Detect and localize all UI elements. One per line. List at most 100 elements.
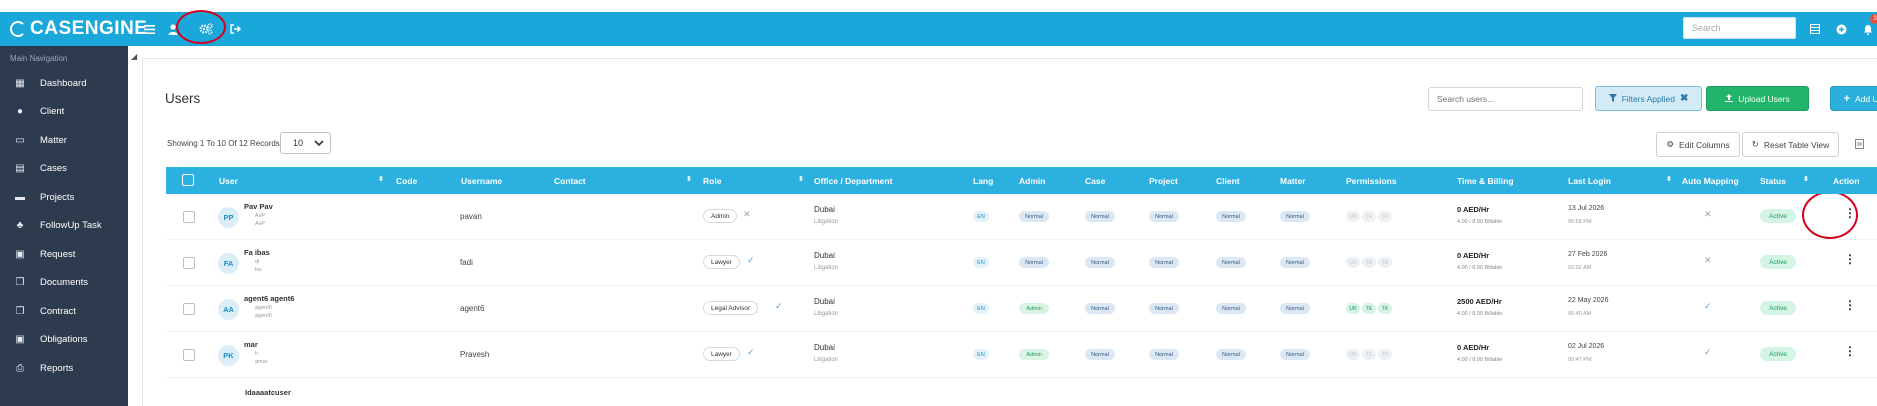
column-header-project[interactable]: Project	[1149, 176, 1178, 186]
upload-users-button[interactable]: Upload Users	[1706, 86, 1809, 111]
row-checkbox[interactable]	[183, 349, 195, 361]
sort-icon[interactable]: ⬍	[1803, 175, 1809, 183]
contract-icon: ❐	[15, 305, 25, 317]
row-checkbox[interactable]	[183, 257, 195, 269]
auto-mapping-icon: ✓	[1704, 347, 1712, 357]
add-user-button[interactable]: + Add User	[1830, 86, 1877, 111]
sidebar-item-reports[interactable]: ⎙ Reports	[0, 354, 128, 383]
column-header-contact[interactable]: Contact	[554, 176, 586, 186]
last-login-time: 02:02 AM	[1568, 265, 1592, 271]
sidebar-item-projects[interactable]: ▬ Projects	[0, 183, 128, 212]
sort-icon[interactable]: ⬍	[378, 175, 384, 183]
column-header-lang[interactable]: Lang	[973, 176, 993, 186]
brand-logo[interactable]: CASENGINE	[10, 18, 147, 40]
user-subtext: h	[255, 351, 259, 357]
user-name[interactable]: Pav Pav	[244, 202, 273, 211]
table-row[interactable]: FA Fa ibas di ba fadi Lawyer ✓ Dubai Litigation E…	[166, 240, 1877, 286]
sort-icon[interactable]: ⬍	[798, 175, 804, 183]
user-name[interactable]: mar	[244, 340, 258, 349]
sidebar-item-contract[interactable]: ❐ Contract	[0, 297, 128, 326]
user-name[interactable]: Fa ibas	[244, 248, 270, 257]
column-header-matter[interactable]: Matter	[1280, 176, 1306, 186]
column-header-last-login[interactable]: Last Login	[1568, 176, 1611, 186]
row-actions-kebab-icon[interactable]: ⋮	[1844, 344, 1856, 358]
permission-badge: TE	[1362, 303, 1376, 314]
plus-circle-icon[interactable]	[1832, 21, 1850, 37]
column-header-client[interactable]: Client	[1216, 176, 1240, 186]
table-row[interactable]: PP Pav Pav AvP AvP pavan Admin ✕ Dubai Litigatio…	[166, 194, 1877, 240]
client-access-badge: Normal	[1216, 349, 1246, 360]
settings-cogs-icon[interactable]	[197, 21, 215, 37]
export-icon[interactable]	[1855, 139, 1864, 152]
reset-table-view-button[interactable]: ↻ Reset Table View	[1742, 132, 1839, 157]
sidebar-item-dashboard[interactable]: ▦ Dashboard	[0, 69, 128, 98]
chevron-down-icon	[314, 138, 324, 148]
grid-icon[interactable]	[1806, 21, 1824, 37]
sidebar-item-cases[interactable]: ▤ Cases	[0, 155, 128, 184]
search-users-input[interactable]	[1428, 87, 1583, 111]
column-header-status[interactable]: Status	[1760, 176, 1786, 186]
row-actions-kebab-icon[interactable]: ⋮	[1844, 298, 1856, 312]
sidebar-collapse-handle[interactable]: ◢	[131, 52, 137, 62]
column-header-role[interactable]: Role	[703, 176, 721, 186]
filters-applied-button[interactable]: Filters Applied ✖	[1595, 86, 1702, 111]
user-subtext: ba	[255, 267, 262, 273]
grid-icon: ▦	[15, 77, 25, 89]
matter-access-badge: Normal	[1280, 349, 1310, 360]
sort-icon[interactable]: ⬍	[1666, 175, 1672, 183]
username-cell: agent6	[460, 304, 485, 313]
sidebar-item-documents[interactable]: ❐ Documents	[0, 269, 128, 298]
hourly-rate: 0 AED/Hr	[1457, 251, 1490, 260]
partial-row-user-name: Idaaaatcuser	[245, 388, 291, 397]
row-actions-kebab-icon[interactable]: ⋮	[1844, 206, 1856, 220]
menu-icon[interactable]	[140, 21, 158, 37]
user-subtext: agent6	[255, 305, 272, 311]
print-icon: ⎙	[16, 362, 24, 374]
permission-badge: UR	[1346, 257, 1360, 268]
admin-access-badge: Normal	[1019, 211, 1049, 222]
column-header-action[interactable]: Action	[1833, 176, 1859, 186]
select-all-checkbox[interactable]	[182, 174, 194, 186]
column-header-admin[interactable]: Admin	[1019, 176, 1045, 186]
sidebar-item-obligations[interactable]: ▣ Obligations	[0, 326, 128, 355]
column-header-username[interactable]: Username	[461, 176, 502, 186]
status-badge: Active	[1760, 255, 1796, 269]
billable-hours: 4.00 / 8.00 Billable	[1457, 265, 1503, 271]
column-header-permissions[interactable]: Permissions	[1346, 176, 1397, 186]
sidebar-item-followup-task[interactable]: ♣ FollowUp Task	[0, 212, 128, 241]
case-access-badge: Normal	[1085, 257, 1115, 268]
user-icon[interactable]	[164, 21, 182, 37]
project-access-badge: Normal	[1149, 257, 1179, 268]
sidebar-item-matter[interactable]: ▭ Matter	[0, 126, 128, 155]
billable-hours: 4.00 / 8.00 Billable	[1457, 357, 1503, 363]
clear-filters-icon[interactable]: ✖	[1680, 93, 1688, 104]
column-header-user[interactable]: User	[219, 176, 238, 186]
column-header-code[interactable]: Code	[396, 176, 417, 186]
office-cell: Dubai	[814, 251, 835, 260]
table-row[interactable]: AA agent6 agent6 agent6 agent6 agent6 Legal A…	[166, 286, 1877, 332]
sidebar-item-request[interactable]: ▣ Request	[0, 240, 128, 269]
row-actions-kebab-icon[interactable]: ⋮	[1844, 252, 1856, 266]
logout-icon[interactable]	[226, 21, 244, 37]
brand-name: CASENGINE	[30, 18, 148, 39]
role-mark-icon: ✓	[775, 301, 783, 311]
sidebar-item-client[interactable]: ● Client	[0, 98, 128, 127]
person-icon: ●	[16, 106, 24, 118]
office-cell: Dubai	[814, 343, 835, 352]
table-header: User ⬍ Code Username Contact ⬍ Role ⬍ Of…	[166, 167, 1877, 194]
sort-icon[interactable]: ⬍	[686, 175, 692, 183]
global-search-input[interactable]	[1683, 17, 1796, 39]
column-header-auto-mapping[interactable]: Auto Mapping	[1682, 176, 1739, 186]
edit-columns-button[interactable]: ⚙ Edit Columns	[1656, 132, 1740, 157]
user-name[interactable]: agent6 agent6	[244, 294, 294, 303]
hourly-rate: 0 AED/Hr	[1457, 205, 1490, 214]
row-checkbox[interactable]	[183, 211, 195, 223]
column-header-office[interactable]: Office / Department	[814, 176, 892, 186]
rows-per-page-select[interactable]: 10	[280, 132, 331, 154]
auto-mapping-icon: ✕	[1704, 209, 1712, 219]
column-header-time-billing[interactable]: Time & Billing	[1457, 176, 1514, 186]
table-row[interactable]: PK mar h amar Pravesh Lawyer ✓ Dubai Litigation E…	[166, 332, 1877, 378]
username-cell: Pravesh	[460, 350, 490, 359]
column-header-case[interactable]: Case	[1085, 176, 1105, 186]
row-checkbox[interactable]	[183, 303, 195, 315]
